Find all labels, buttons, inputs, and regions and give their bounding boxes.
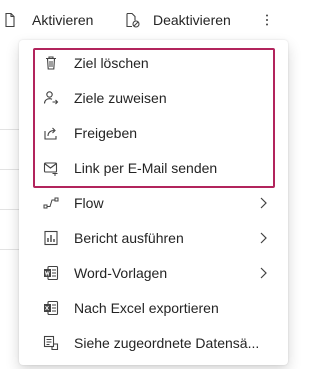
- menu-item-assign-goals[interactable]: Ziele zuweisen: [19, 81, 288, 116]
- menu-item-label: Nach Excel exportieren: [74, 300, 219, 316]
- menu-item-label: Link per E-Mail senden: [74, 160, 218, 176]
- menu-item-run-report[interactable]: Bericht ausführen: [19, 221, 288, 256]
- menu-item-delete-goal[interactable]: Ziel löschen: [19, 46, 288, 81]
- menu-item-label: Freigeben: [74, 125, 138, 141]
- row-divider: [0, 129, 20, 130]
- menu-item-label: Flow: [74, 195, 104, 211]
- row-divider: [0, 169, 20, 170]
- more-vertical-icon: [259, 12, 275, 28]
- assign-user-icon: [43, 90, 59, 106]
- chevron-right-icon: [255, 230, 271, 246]
- row-divider: [0, 209, 20, 210]
- row-divider: [0, 249, 20, 250]
- menu-item-label: Siehe zugeordnete Datensä...: [74, 335, 260, 351]
- menu-item-export-excel[interactable]: Nach Excel exportieren: [19, 291, 288, 326]
- activate-label: Aktivieren: [32, 12, 94, 28]
- deactivate-button[interactable]: Deaktivieren: [124, 8, 231, 32]
- menu-item-label: Ziele zuweisen: [74, 90, 167, 106]
- document-disable-icon: [124, 12, 140, 28]
- menu-item-share[interactable]: Freigeben: [19, 116, 288, 151]
- excel-icon: [43, 300, 59, 316]
- menu-item-label: Word-Vorlagen: [74, 265, 168, 281]
- deactivate-label: Deaktivieren: [153, 12, 231, 28]
- menu-item-label: Ziel löschen: [74, 55, 149, 71]
- more-button[interactable]: [259, 8, 275, 32]
- menu-item-email-link[interactable]: Link per E-Mail senden: [19, 151, 288, 186]
- document-icon: [2, 12, 18, 28]
- related-records-icon: [43, 335, 59, 351]
- report-icon: [43, 230, 59, 246]
- flow-icon: [43, 195, 59, 211]
- word-icon: [43, 265, 59, 281]
- more-commands-menu: Ziel löschen Ziele zuweisen Freigeben Li…: [19, 40, 288, 365]
- chevron-right-icon: [255, 195, 271, 211]
- trash-icon: [43, 55, 59, 71]
- menu-item-flow[interactable]: Flow: [19, 186, 288, 221]
- command-bar: Aktivieren Deaktivieren: [0, 0, 294, 40]
- menu-item-word-templates[interactable]: Word-Vorlagen: [19, 256, 288, 291]
- activate-button[interactable]: Aktivieren: [2, 8, 93, 32]
- chevron-right-icon: [255, 265, 271, 281]
- menu-item-label: Bericht ausführen: [74, 230, 184, 246]
- email-link-icon: [43, 160, 59, 176]
- share-icon: [43, 125, 59, 141]
- menu-item-related-records[interactable]: Siehe zugeordnete Datensä...: [19, 326, 288, 361]
